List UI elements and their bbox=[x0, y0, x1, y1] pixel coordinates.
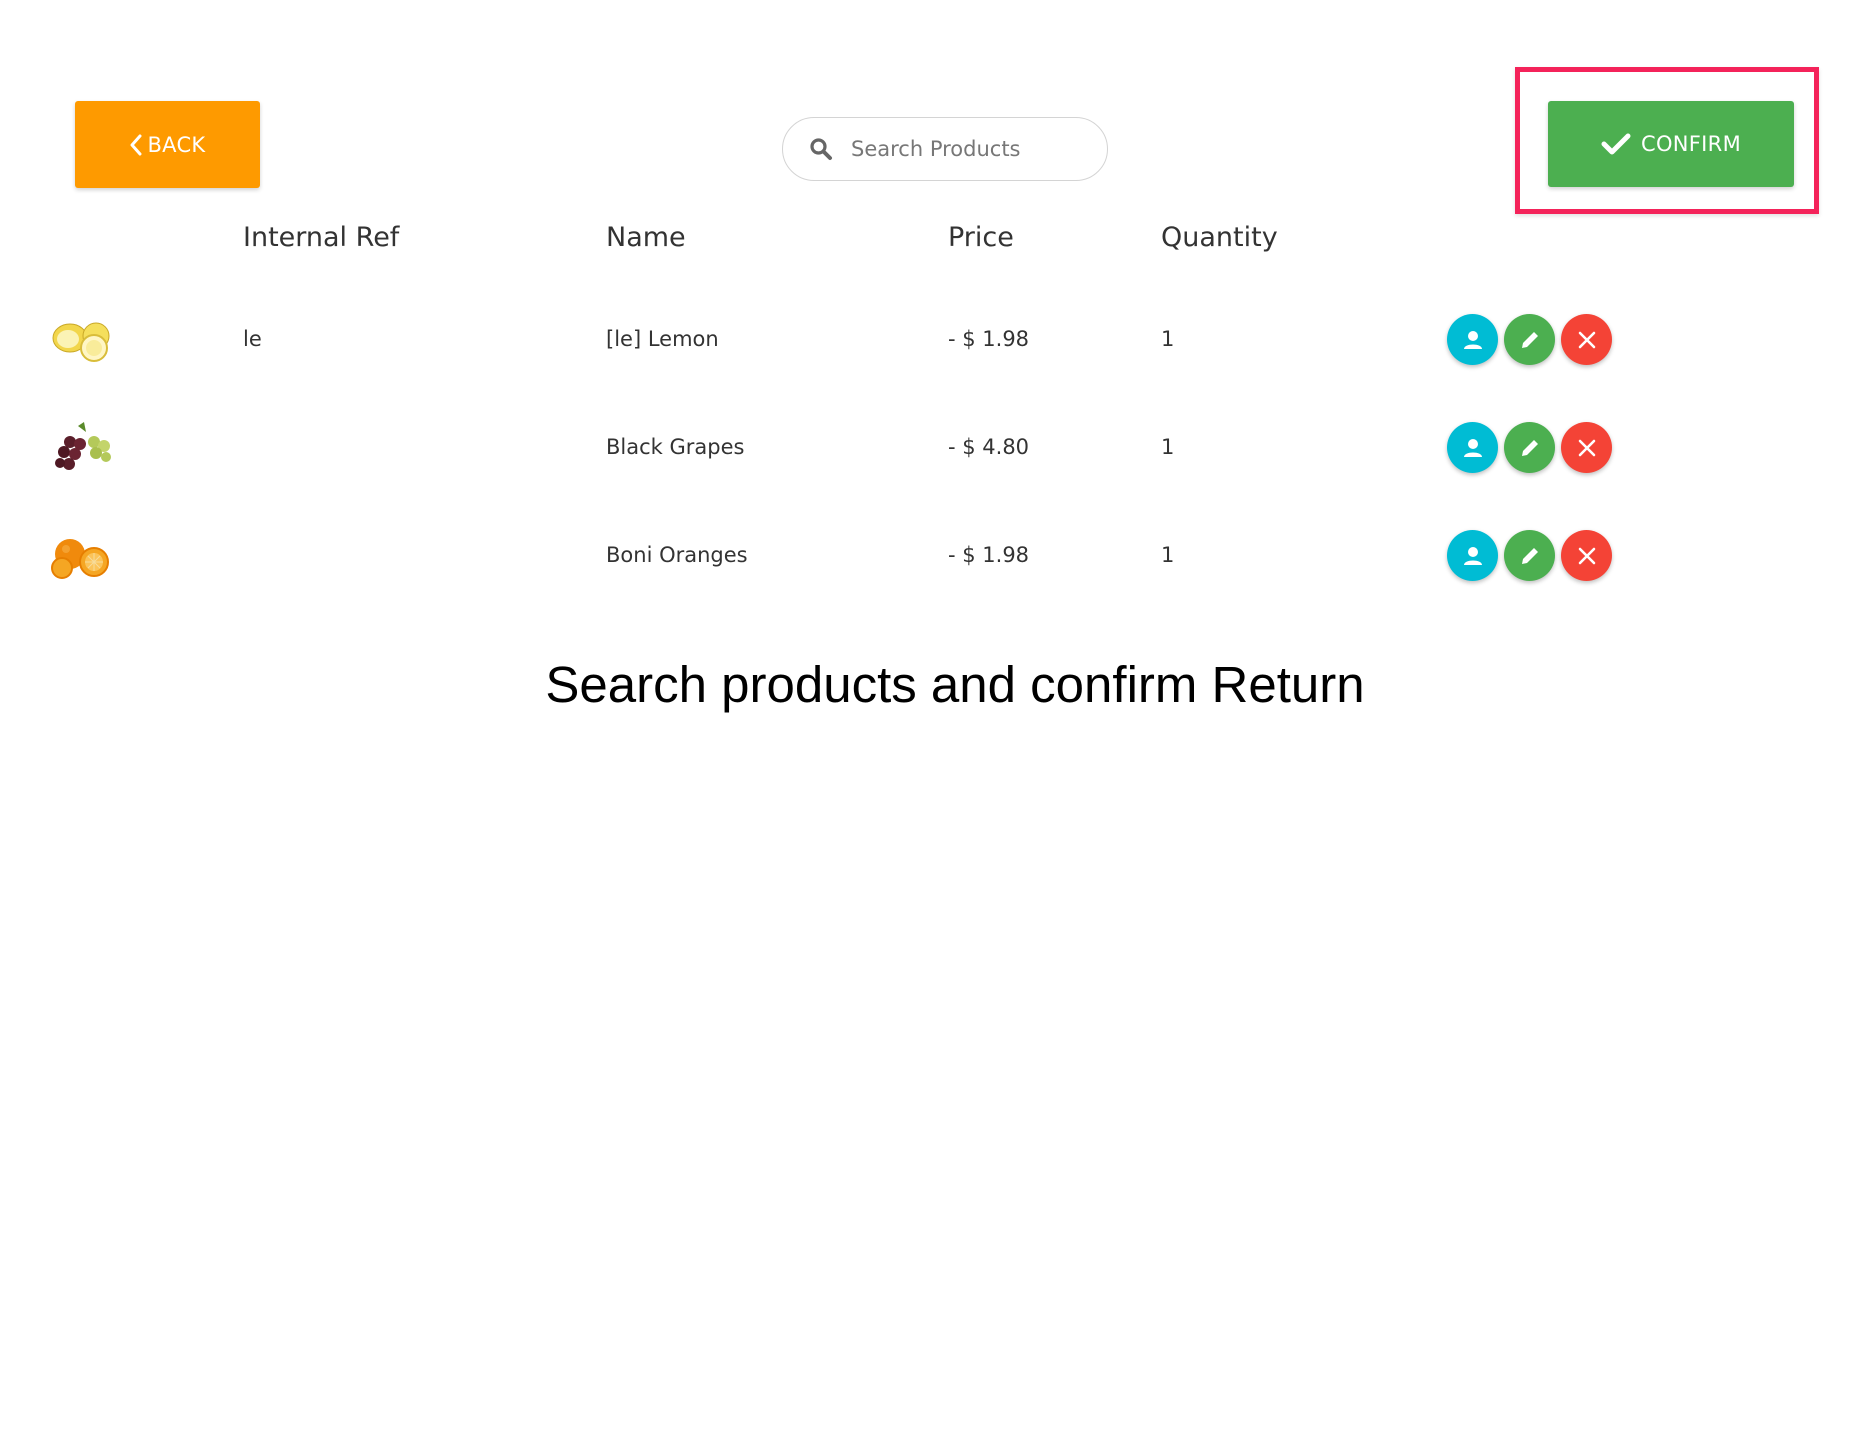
pencil-icon bbox=[1521, 331, 1538, 348]
row-actions bbox=[1447, 422, 1612, 473]
oranges-image bbox=[51, 539, 109, 579]
edit-button[interactable] bbox=[1504, 314, 1555, 365]
header-name: Name bbox=[606, 222, 686, 253]
customer-button[interactable] bbox=[1447, 314, 1498, 365]
table-row: Boni Oranges - $ 1.98 1 bbox=[0, 506, 1861, 606]
customer-button[interactable] bbox=[1447, 530, 1498, 581]
instruction-caption: Search products and confirm Return bbox=[545, 656, 1365, 713]
close-icon bbox=[1578, 547, 1595, 564]
row-actions bbox=[1447, 314, 1612, 365]
confirm-button[interactable]: CONFIRM bbox=[1548, 101, 1794, 187]
header-internal-ref: Internal Ref bbox=[243, 222, 400, 253]
chevron-left-icon bbox=[130, 134, 142, 155]
header-quantity: Quantity bbox=[1161, 222, 1278, 253]
header-price: Price bbox=[948, 222, 1014, 253]
search-input[interactable] bbox=[851, 130, 1091, 168]
pencil-icon bbox=[1521, 547, 1538, 564]
table-row: Black Grapes - $ 4.80 1 bbox=[0, 398, 1861, 498]
row-quantity: 1 bbox=[1161, 543, 1175, 567]
table-row: le [le] Lemon - $ 1.98 1 bbox=[0, 290, 1861, 390]
row-price: - $ 4.80 bbox=[948, 435, 1030, 459]
row-quantity: 1 bbox=[1161, 435, 1175, 459]
row-internal-ref: le bbox=[243, 327, 262, 351]
delete-button[interactable] bbox=[1561, 530, 1612, 581]
edit-button[interactable] bbox=[1504, 422, 1555, 473]
row-name: Black Grapes bbox=[606, 435, 745, 459]
delete-button[interactable] bbox=[1561, 422, 1612, 473]
user-icon bbox=[1463, 546, 1482, 565]
search-box[interactable] bbox=[782, 117, 1108, 181]
close-icon bbox=[1578, 331, 1595, 348]
row-quantity: 1 bbox=[1161, 327, 1175, 351]
user-icon bbox=[1463, 330, 1482, 349]
grapes-image bbox=[55, 422, 111, 470]
row-name: [le] Lemon bbox=[606, 327, 719, 351]
back-button[interactable]: BACK bbox=[75, 101, 260, 188]
user-icon bbox=[1463, 438, 1482, 457]
search-icon bbox=[810, 138, 832, 160]
lemon-image bbox=[52, 322, 110, 362]
row-actions bbox=[1447, 530, 1612, 581]
row-price: - $ 1.98 bbox=[948, 327, 1030, 351]
pencil-icon bbox=[1521, 439, 1538, 456]
confirm-button-label: CONFIRM bbox=[1641, 132, 1741, 156]
close-icon bbox=[1578, 439, 1595, 456]
delete-button[interactable] bbox=[1561, 314, 1612, 365]
row-price: - $ 1.98 bbox=[948, 543, 1030, 567]
back-button-label: BACK bbox=[147, 132, 206, 157]
check-icon bbox=[1601, 133, 1631, 155]
edit-button[interactable] bbox=[1504, 530, 1555, 581]
customer-button[interactable] bbox=[1447, 422, 1498, 473]
row-name: Boni Oranges bbox=[606, 543, 748, 567]
